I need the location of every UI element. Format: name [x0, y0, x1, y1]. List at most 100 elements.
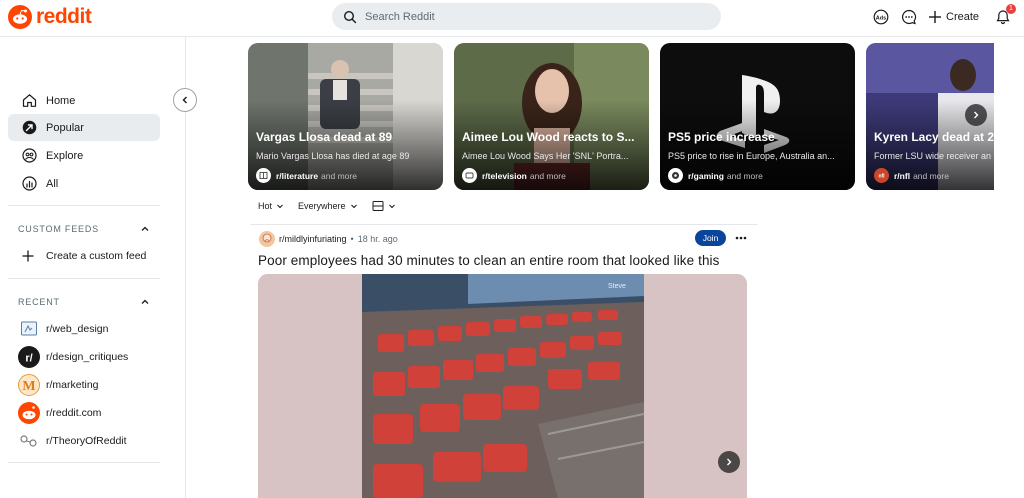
- trending-source: r/literature and more: [256, 168, 357, 183]
- post-meta: r/mildlyinfuriating • 18 hr. ago: [259, 231, 398, 247]
- trending-subtitle: PS5 price to rise in Europe, Australia a…: [668, 151, 835, 161]
- custom-feeds-header[interactable]: CUSTOM FEEDS: [18, 224, 150, 234]
- location-dropdown[interactable]: Everywhere: [298, 201, 358, 211]
- trending-subreddit: r/television: [482, 170, 527, 181]
- search-bar[interactable]: [332, 3, 721, 30]
- community-name: r/TheoryOfReddit: [46, 435, 127, 447]
- recent-community-reddit-com[interactable]: r/reddit.com: [18, 401, 101, 425]
- post-options-button[interactable]: [734, 231, 748, 245]
- chevron-down-icon: [388, 204, 395, 209]
- recent-community-marketing[interactable]: M r/marketing: [18, 373, 99, 397]
- chevron-right-icon: [727, 458, 732, 466]
- community-name: r/web_design: [46, 323, 109, 335]
- create-custom-feed-label: Create a custom feed: [46, 250, 147, 262]
- chevron-down-icon: [350, 204, 357, 209]
- feed-divider: [250, 224, 758, 225]
- create-label: Create: [946, 11, 980, 23]
- post-time-separator: •: [350, 234, 354, 244]
- more-options-icon: [735, 236, 747, 240]
- marketing-icon: M: [18, 374, 40, 396]
- subreddit-avatar: [668, 168, 683, 183]
- chat-icon: [901, 9, 917, 25]
- chevron-left-icon: [182, 96, 187, 104]
- reddit-com-icon: [18, 402, 40, 424]
- post-subreddit[interactable]: r/mildlyinfuriating: [279, 234, 347, 244]
- media-next-button[interactable]: [718, 451, 740, 473]
- trending-title: Aimee Lou Wood reacts to S...: [462, 130, 635, 144]
- location-label: Everywhere: [298, 201, 346, 211]
- trending-source: nfl r/nfl and more: [874, 168, 949, 183]
- recent-community-theory-of-reddit[interactable]: r/TheoryOfReddit: [18, 429, 127, 453]
- recent-header[interactable]: RECENT: [18, 297, 150, 307]
- collapse-sidebar-button[interactable]: [173, 88, 197, 112]
- trending-subtitle: Mario Vargas Llosa has died at age 89: [256, 151, 410, 161]
- create-custom-feed[interactable]: Create a custom feed: [22, 244, 146, 268]
- recent-community-web-design[interactable]: r/web_design: [18, 317, 108, 341]
- chevron-up-icon: [141, 299, 149, 304]
- nav-home[interactable]: Home: [8, 87, 160, 114]
- trending-subreddit: r/gaming: [688, 170, 724, 181]
- trending-source: r/television and more: [462, 168, 566, 183]
- svg-text:M: M: [22, 379, 35, 394]
- nav-explore-label: Explore: [46, 149, 84, 162]
- web-design-icon: [18, 318, 40, 340]
- svg-text:r/: r/: [25, 353, 32, 365]
- trending-title: PS5 price increase: [668, 130, 775, 144]
- popular-icon: [21, 120, 37, 136]
- community-name: r/marketing: [46, 379, 99, 391]
- plus-icon: [22, 250, 34, 262]
- search-input[interactable]: [363, 9, 697, 24]
- design-critiques-icon: r/: [18, 346, 40, 368]
- logo-wordmark: reddit: [36, 5, 92, 28]
- trending-subtitle: Aimee Lou Wood Says Her 'SNL' Portra...: [462, 151, 629, 161]
- trending-card[interactable]: PS5 price increase PS5 price to rise in …: [660, 43, 855, 190]
- sidebar-divider: [8, 278, 160, 279]
- sidebar-divider: [8, 462, 160, 463]
- all-icon: [21, 176, 37, 192]
- post-time: 18 hr. ago: [357, 234, 398, 244]
- chat-button[interactable]: [899, 7, 919, 27]
- custom-feeds-title: CUSTOM FEEDS: [18, 224, 99, 234]
- nav-home-label: Home: [46, 94, 76, 107]
- explore-icon: [21, 148, 37, 164]
- advertise-button[interactable]: Ads: [871, 7, 891, 27]
- feed-sort-bar: Hot Everywhere: [258, 200, 410, 212]
- subreddit-avatar: nfl: [874, 168, 889, 183]
- nav-explore[interactable]: Explore: [8, 142, 160, 169]
- chevron-down-icon: [277, 204, 283, 209]
- subreddit-avatar: [256, 168, 271, 183]
- reddit-logo[interactable]: reddit: [8, 5, 92, 29]
- view-mode-dropdown[interactable]: [372, 200, 396, 212]
- create-button[interactable]: Create: [928, 7, 979, 27]
- community-name: r/reddit.com: [46, 407, 102, 419]
- trending-more: and more: [726, 170, 763, 181]
- subreddit-avatar[interactable]: [259, 231, 275, 247]
- subreddit-avatar: [462, 168, 477, 183]
- ads-icon: Ads: [873, 9, 889, 25]
- top-header: reddit Ads Create 1: [0, 0, 1024, 37]
- sort-order-dropdown[interactable]: Hot: [258, 201, 284, 211]
- sort-order-label: Hot: [258, 201, 273, 211]
- trending-subtitle: Former LSU wide receiver an: [874, 151, 992, 161]
- trending-source: r/gaming and more: [668, 168, 763, 183]
- post-title[interactable]: Poor employees had 30 minutes to clean a…: [258, 253, 720, 268]
- nav-all[interactable]: All: [8, 170, 160, 197]
- join-button[interactable]: Join: [695, 230, 726, 246]
- notification-badge: 1: [1006, 4, 1016, 14]
- trending-subreddit: r/nfl: [894, 170, 911, 181]
- trending-subreddit: r/literature: [276, 170, 319, 181]
- post-media[interactable]: Steve: [258, 274, 747, 498]
- svg-text:Ads: Ads: [876, 15, 886, 21]
- plus-icon: [929, 11, 941, 23]
- trending-card[interactable]: Aimee Lou Wood reacts to S... Aimee Lou …: [454, 43, 649, 190]
- nav-popular[interactable]: Popular: [8, 114, 160, 141]
- trending-card[interactable]: Vargas Llosa dead at 89 Mario Vargas Llo…: [248, 43, 443, 190]
- community-name: r/design_critiques: [46, 351, 129, 363]
- carousel-next-button[interactable]: [965, 104, 987, 126]
- chevron-up-icon: [141, 226, 149, 231]
- nav-popular-label: Popular: [46, 121, 84, 134]
- home-icon: [21, 93, 37, 109]
- recent-community-design-critiques[interactable]: r/ r/design_critiques: [18, 345, 128, 369]
- search-icon: [343, 10, 357, 23]
- sidebar-divider: [8, 205, 160, 206]
